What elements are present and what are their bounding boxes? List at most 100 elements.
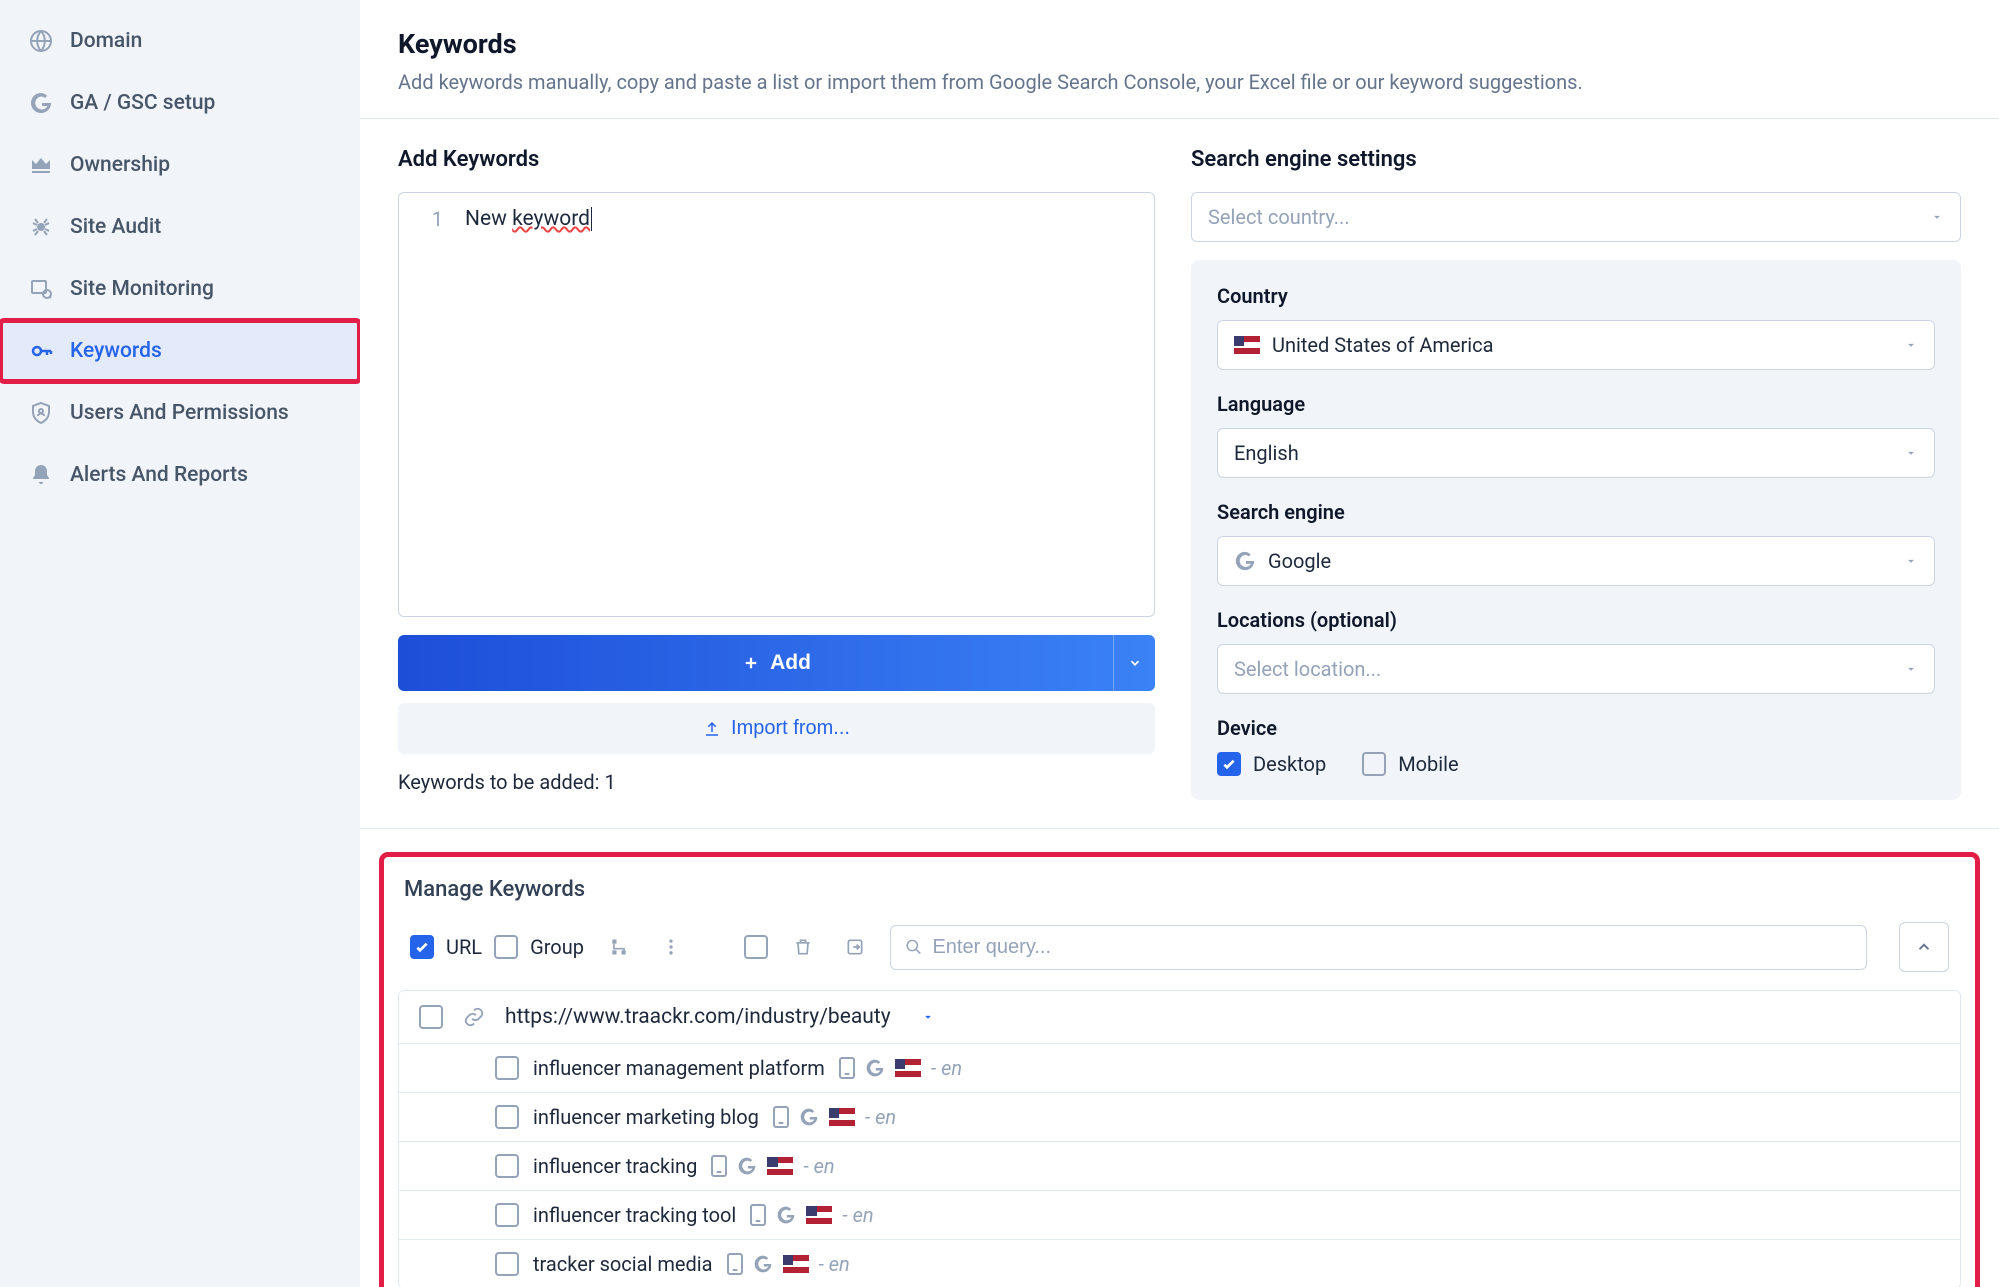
table-row[interactable]: influencer marketing blog - en bbox=[399, 1093, 1960, 1142]
us-flag-icon bbox=[767, 1157, 793, 1175]
table-url-row[interactable]: https://www.traackr.com/industry/beauty bbox=[399, 991, 1960, 1044]
sidebar-item-alerts-reports[interactable]: Alerts And Reports bbox=[0, 444, 360, 506]
monitor-icon bbox=[28, 276, 54, 302]
manage-keywords-title: Manage Keywords bbox=[398, 877, 1961, 902]
country-select[interactable]: United States of America bbox=[1217, 320, 1935, 370]
add-button[interactable]: Add bbox=[398, 635, 1155, 691]
sidebar-item-ga-gsc[interactable]: GA / GSC setup bbox=[0, 72, 360, 134]
hierarchy-toggle[interactable] bbox=[602, 930, 636, 964]
url-label: URL bbox=[446, 935, 482, 959]
query-input[interactable] bbox=[932, 936, 1852, 959]
delete-button[interactable] bbox=[786, 930, 820, 964]
manage-keywords-section: Manage Keywords URL Group bbox=[360, 829, 1999, 1287]
row-checkbox[interactable] bbox=[495, 1056, 519, 1080]
editor-body[interactable]: New keyword bbox=[455, 193, 1154, 616]
sidebar-item-users-permissions[interactable]: Users And Permissions bbox=[0, 382, 360, 444]
caret-down-icon bbox=[921, 1010, 935, 1024]
sidebar-item-site-monitoring[interactable]: Site Monitoring bbox=[0, 258, 360, 320]
caret-down-icon bbox=[1930, 210, 1944, 224]
add-button-label: Add bbox=[770, 651, 811, 675]
checkbox-unchecked-icon bbox=[494, 935, 518, 959]
url-expand-caret[interactable] bbox=[921, 1010, 935, 1024]
keyword-text: influencer tracking bbox=[533, 1154, 697, 1178]
country-placeholder-text: Select country... bbox=[1208, 205, 1350, 229]
dots-vertical-icon bbox=[661, 937, 681, 957]
mobile-icon bbox=[750, 1204, 766, 1226]
country-placeholder-select[interactable]: Select country... bbox=[1191, 192, 1961, 242]
table-row[interactable]: influencer management platform - en bbox=[399, 1044, 1960, 1093]
locations-select[interactable]: Select location... bbox=[1217, 644, 1935, 694]
link-icon bbox=[463, 1006, 485, 1028]
keyword-text: influencer tracking tool bbox=[533, 1203, 736, 1227]
key-icon bbox=[28, 338, 54, 364]
engine-select[interactable]: Google bbox=[1217, 536, 1935, 586]
add-button-caret[interactable] bbox=[1113, 635, 1155, 691]
checkbox-checked-icon bbox=[1217, 752, 1241, 776]
device-label: Device bbox=[1217, 716, 1935, 740]
table-row[interactable]: influencer tracking - en bbox=[399, 1142, 1960, 1191]
device-mobile-checkbox[interactable]: Mobile bbox=[1362, 752, 1458, 776]
url-checkbox[interactable]: URL bbox=[410, 935, 482, 959]
keyword-lang: - en bbox=[842, 1203, 873, 1227]
row-checkbox[interactable] bbox=[495, 1203, 519, 1227]
group-label: Group bbox=[530, 935, 584, 959]
sidebar-item-keywords[interactable]: Keywords bbox=[0, 320, 360, 382]
sidebar-item-label: Site Audit bbox=[70, 215, 161, 239]
upload-icon bbox=[703, 720, 721, 738]
mobile-icon bbox=[773, 1106, 789, 1128]
keywords-count: Keywords to be added: 1 bbox=[398, 770, 1155, 794]
checkbox-checked-icon bbox=[410, 935, 434, 959]
collapse-button[interactable] bbox=[1899, 922, 1949, 972]
settings-panel: Country United States of America Languag… bbox=[1191, 260, 1961, 800]
sidebar-item-label: Site Monitoring bbox=[70, 277, 214, 301]
us-flag-icon bbox=[895, 1059, 921, 1077]
language-value: English bbox=[1234, 441, 1299, 465]
keyword-meta: - en bbox=[839, 1056, 962, 1080]
url-row-checkbox[interactable] bbox=[419, 1005, 443, 1029]
us-flag-icon bbox=[1234, 336, 1260, 354]
google-icon bbox=[753, 1254, 773, 1274]
row-checkbox[interactable] bbox=[495, 1105, 519, 1129]
main-content: Keywords Add keywords manually, copy and… bbox=[360, 0, 1999, 1287]
locations-placeholder: Select location... bbox=[1234, 657, 1381, 681]
settings-title: Search engine settings bbox=[1191, 147, 1961, 172]
checkbox-unchecked-icon bbox=[1362, 752, 1386, 776]
table-url: https://www.traackr.com/industry/beauty bbox=[505, 1005, 891, 1029]
page-subtitle: Add keywords manually, copy and paste a … bbox=[398, 70, 1961, 94]
table-row[interactable]: influencer tracking tool - en bbox=[399, 1191, 1960, 1240]
keyword-lang: - en bbox=[865, 1105, 896, 1129]
row-checkbox[interactable] bbox=[495, 1252, 519, 1276]
sidebar-item-ownership[interactable]: Ownership bbox=[0, 134, 360, 196]
import-button[interactable]: Import from... bbox=[398, 703, 1155, 754]
us-flag-icon bbox=[783, 1255, 809, 1273]
google-icon bbox=[737, 1156, 757, 1176]
more-options[interactable] bbox=[654, 930, 688, 964]
keywords-editor[interactable]: 1 New keyword bbox=[398, 192, 1155, 617]
country-label: Country bbox=[1217, 284, 1935, 308]
keyword-meta: - en bbox=[711, 1154, 834, 1178]
table-row[interactable]: tracker social media - en bbox=[399, 1240, 1960, 1287]
keyword-meta: - en bbox=[773, 1105, 896, 1129]
query-search[interactable] bbox=[890, 925, 1867, 970]
select-all-checkbox[interactable] bbox=[744, 935, 768, 959]
manage-toolbar: URL Group bbox=[398, 922, 1961, 990]
row-checkbox[interactable] bbox=[495, 1154, 519, 1178]
shield-icon bbox=[28, 400, 54, 426]
move-button[interactable] bbox=[838, 930, 872, 964]
caret-down-icon bbox=[1904, 662, 1918, 676]
sidebar-item-site-audit[interactable]: Site Audit bbox=[0, 196, 360, 258]
us-flag-icon bbox=[829, 1108, 855, 1126]
country-value: United States of America bbox=[1272, 333, 1494, 357]
sidebar-item-label: Domain bbox=[70, 29, 142, 53]
sidebar-item-domain[interactable]: Domain bbox=[0, 10, 360, 72]
keyword-text: influencer management platform bbox=[533, 1056, 825, 1080]
plus-icon bbox=[742, 654, 760, 672]
spider-icon bbox=[28, 214, 54, 240]
sidebar-item-label: GA / GSC setup bbox=[70, 91, 215, 115]
group-checkbox[interactable]: Group bbox=[494, 935, 584, 959]
language-select[interactable]: English bbox=[1217, 428, 1935, 478]
keyword-meta: - en bbox=[750, 1203, 873, 1227]
device-desktop-checkbox[interactable]: Desktop bbox=[1217, 752, 1326, 776]
google-g-icon bbox=[28, 90, 54, 116]
page-title: Keywords bbox=[398, 28, 1961, 60]
